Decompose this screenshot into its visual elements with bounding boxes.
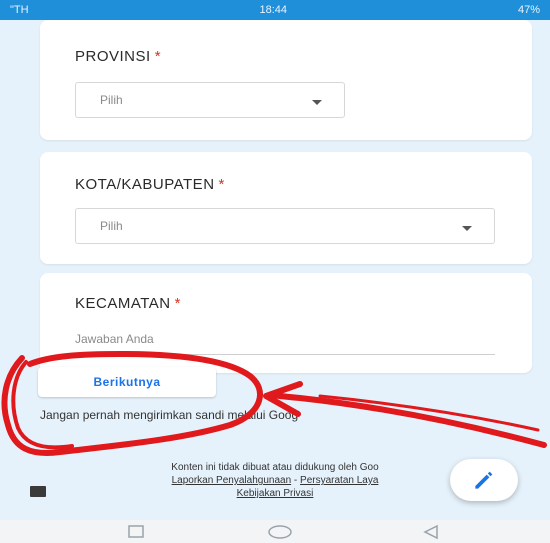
report-icon[interactable] bbox=[30, 486, 46, 497]
chevron-down-icon bbox=[462, 226, 472, 231]
status-bar: "TH 18:44 47% bbox=[0, 0, 550, 20]
next-button[interactable]: Berikutnya bbox=[38, 367, 216, 397]
chevron-down-icon bbox=[312, 100, 322, 105]
navigation-bar bbox=[0, 520, 550, 543]
kecamatan-label: KECAMATAN * bbox=[75, 295, 181, 312]
edit-button[interactable] bbox=[450, 459, 518, 501]
kecamatan-input-placeholder: Jawaban Anda bbox=[75, 332, 154, 346]
kota-label: KOTA/KABUPATEN * bbox=[75, 176, 225, 193]
kota-select[interactable]: Pilih bbox=[75, 208, 495, 244]
kota-select-value: Pilih bbox=[100, 219, 123, 233]
privacy-link[interactable]: Kebijakan Privasi bbox=[237, 488, 314, 499]
required-mark: * bbox=[174, 295, 181, 312]
carrier-indicator: "TH bbox=[10, 4, 29, 16]
provinsi-card: PROVINSI * Pilih bbox=[40, 20, 532, 140]
provinsi-select-value: Pilih bbox=[100, 93, 123, 107]
provinsi-label: PROVINSI * bbox=[75, 48, 162, 65]
kecamatan-card: KECAMATAN * Jawaban Anda bbox=[40, 273, 532, 373]
kota-card: KOTA/KABUPATEN * Pilih bbox=[40, 152, 532, 264]
required-mark: * bbox=[154, 48, 162, 65]
provinsi-select[interactable]: Pilih bbox=[75, 82, 345, 118]
link-separator: - bbox=[293, 475, 298, 486]
home-icon[interactable] bbox=[266, 524, 294, 540]
password-warning: Jangan pernah mengirimkan sandi melalui … bbox=[40, 408, 299, 422]
recent-apps-icon[interactable] bbox=[126, 524, 148, 540]
report-abuse-link[interactable]: Laporkan Penyalahgunaan bbox=[172, 475, 292, 486]
clock: 18:44 bbox=[259, 4, 288, 16]
kecamatan-input[interactable]: Jawaban Anda bbox=[75, 328, 495, 355]
battery-indicator: 47% bbox=[517, 4, 540, 16]
terms-link[interactable]: Persyaratan Laya bbox=[300, 475, 378, 486]
back-icon[interactable] bbox=[420, 524, 442, 540]
pencil-icon bbox=[475, 471, 493, 489]
required-mark: * bbox=[218, 176, 225, 193]
